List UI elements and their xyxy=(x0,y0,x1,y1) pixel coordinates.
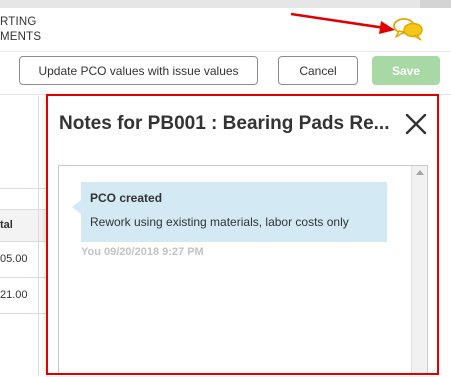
note-item: PCO created Rework using existing materi… xyxy=(81,182,387,242)
page-title: RTING MENTS xyxy=(0,15,41,45)
note-pointer xyxy=(72,200,81,214)
grid-divider xyxy=(0,313,47,314)
top-strip-segment xyxy=(420,0,451,8)
notes-scrollbar[interactable] xyxy=(411,166,427,374)
grid-column-header-total: tal xyxy=(0,219,13,231)
page-title-line-1: RTING xyxy=(0,16,37,28)
grid-divider xyxy=(0,209,47,210)
grid-cell-total: 21.00 xyxy=(0,289,28,301)
chat-bubbles-icon[interactable] xyxy=(392,15,426,41)
modal-title: Notes for PB001 : Bearing Pads Re... xyxy=(59,113,389,134)
top-strip xyxy=(0,0,451,8)
save-button[interactable]: Save xyxy=(372,56,440,85)
grid-divider xyxy=(0,188,47,189)
scroll-up-arrow-icon[interactable] xyxy=(416,170,424,175)
notes-list[interactable]: PCO created Rework using existing materi… xyxy=(58,165,428,375)
grid-divider xyxy=(0,277,47,278)
cancel-button[interactable]: Cancel xyxy=(278,56,358,85)
grid-column-divider xyxy=(38,96,39,376)
note-author-timestamp: You 09/20/2018 9:27 PM xyxy=(81,246,204,258)
page-header: RTING MENTS xyxy=(0,8,451,52)
update-pco-values-button[interactable]: Update PCO values with issue values xyxy=(19,56,258,85)
note-title: PCO created xyxy=(90,191,163,205)
note-body: Rework using existing materials, labor c… xyxy=(90,215,349,229)
notes-modal: Notes for PB001 : Bearing Pads Re... PCO… xyxy=(47,95,439,376)
action-toolbar: Update PCO values with issue values Canc… xyxy=(0,52,451,94)
close-icon[interactable] xyxy=(404,112,428,136)
page-title-line-2: MENTS xyxy=(0,31,42,43)
grid-divider xyxy=(0,241,47,242)
grid-cell-total: 05.00 xyxy=(0,253,28,265)
